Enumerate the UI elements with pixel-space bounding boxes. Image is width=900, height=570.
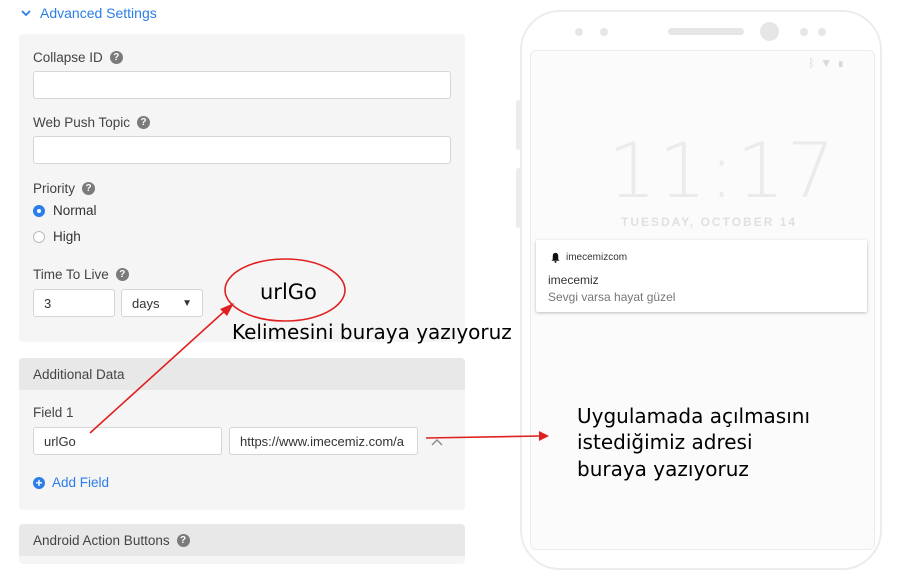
annotation-arrowhead-right <box>539 431 549 441</box>
annotation-arrow-left <box>89 307 229 434</box>
annotation-arrow-right <box>425 435 541 439</box>
annotation-right-note-line-3: buraya yazıyoruz <box>577 457 749 481</box>
annotation-right-note-line-1: Uygulamada açılmasını <box>577 404 811 428</box>
annotation-layer <box>89 258 549 441</box>
annotation-circle-word: urlGo <box>260 280 317 304</box>
annotation-left-note: Kelimesini buraya yazıyoruz <box>232 320 512 344</box>
annotation-right-note-line-2: istediğimiz adresi <box>577 430 753 454</box>
